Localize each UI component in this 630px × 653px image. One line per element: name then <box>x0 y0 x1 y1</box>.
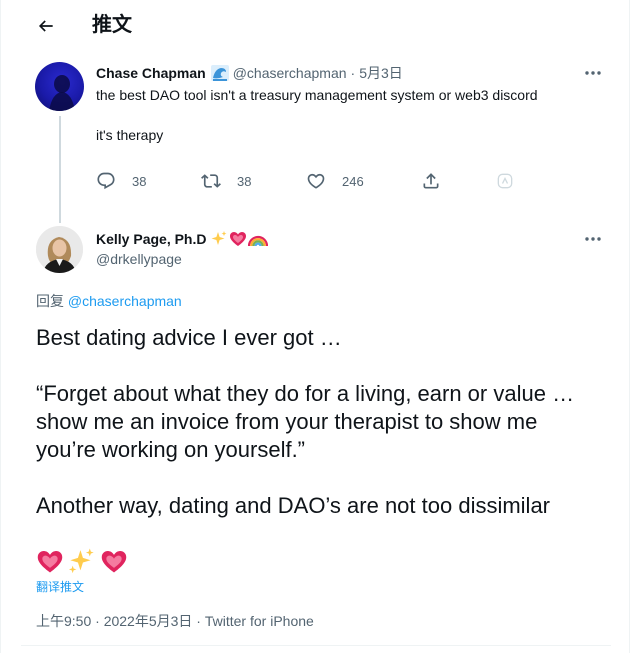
retweet-button[interactable]: 38 <box>201 170 251 192</box>
tweet1-more-button[interactable] <box>582 64 604 82</box>
reply-count: 38 <box>132 173 147 189</box>
rainbow-emoji <box>248 235 269 247</box>
reply-icon <box>97 172 115 190</box>
back-button[interactable] <box>31 12 61 40</box>
tweet2-body-line: Best dating advice I ever got … <box>36 325 342 350</box>
tweet2-handle[interactable]: @drkellypage <box>96 250 182 268</box>
retweet-count: 38 <box>237 173 252 189</box>
share-icon <box>423 173 439 189</box>
replying-to: 回复 @chaserchapman <box>36 292 182 310</box>
avatar-portrait <box>36 226 83 273</box>
like-icon <box>307 173 325 189</box>
tweet1-text-line2: it's therapy <box>96 127 164 143</box>
like-button[interactable]: 246 <box>306 170 364 192</box>
tweet2-body-line: show me an invoice from your therapist t… <box>36 409 538 434</box>
tweet1-separator: · <box>350 65 356 81</box>
source-separator: · <box>196 613 201 629</box>
heart-emoji <box>230 232 247 246</box>
heart-emoji <box>101 551 127 573</box>
avatar-kelly-page[interactable] <box>36 226 83 273</box>
tweet2-body-line: you’re working on yourself.” <box>36 437 306 462</box>
wave-icon <box>210 65 229 81</box>
tweet2-author: Kelly Page, Ph.D <box>96 230 269 248</box>
header: 推文 <box>1 0 630 52</box>
tweet2-more-button[interactable] <box>582 230 604 248</box>
avatar-figure <box>49 75 75 111</box>
sparkles-emoji <box>211 231 227 245</box>
share-button[interactable] <box>421 170 441 192</box>
page-title: 推文 <box>92 14 132 36</box>
name-emojis <box>210 230 269 248</box>
tweet-detail-page: 推文 Chase Chapman @chaserchapman · 5月3日 t… <box>0 0 630 653</box>
replying-to-link[interactable]: @chaserchapman <box>68 293 182 309</box>
more-icon <box>585 71 601 75</box>
back-arrow-icon <box>38 20 53 32</box>
tweet1-date[interactable]: 5月3日 <box>359 64 403 82</box>
tweet1-header: Chase Chapman @chaserchapman · 5月3日 <box>96 64 403 82</box>
tweet1-handle[interactable]: @chaserchapman <box>233 64 347 82</box>
thread-line <box>59 116 61 223</box>
tweet2-emoji-row <box>36 545 132 577</box>
tweet2-time-link[interactable]: 上午9:50 · 2022年5月3日 <box>36 613 192 629</box>
tweet2-body-line: “Forget about what they do for a living,… <box>36 381 575 406</box>
translate-tweet-link[interactable]: 翻译推文 <box>36 579 84 595</box>
tweet1-text-line1: the best DAO tool isn't a treasury manag… <box>96 87 538 103</box>
sparkles-emoji <box>68 548 94 574</box>
replying-prefix: 回复 <box>36 293 64 309</box>
heart-emoji <box>37 551 63 573</box>
tweet2-source-link[interactable]: Twitter for iPhone <box>205 613 314 629</box>
reply-button[interactable]: 38 <box>96 170 146 192</box>
like-count: 246 <box>342 173 364 189</box>
avatar-chase-chapman[interactable] <box>35 62 84 111</box>
tweet2-display-name[interactable]: Kelly Page, Ph.D <box>96 230 206 248</box>
divider <box>21 645 611 646</box>
more-icon <box>585 237 601 241</box>
tweet1-display-name[interactable]: Chase Chapman <box>96 64 206 82</box>
analytics-button[interactable] <box>495 170 515 192</box>
retweet-icon <box>201 174 221 188</box>
tweet2-timestamp: 上午9:50 · 2022年5月3日 · Twitter for iPhone <box>36 612 314 630</box>
analytics-icon <box>497 173 513 189</box>
tweet2-body-line: Another way, dating and DAO’s are not to… <box>36 493 551 518</box>
